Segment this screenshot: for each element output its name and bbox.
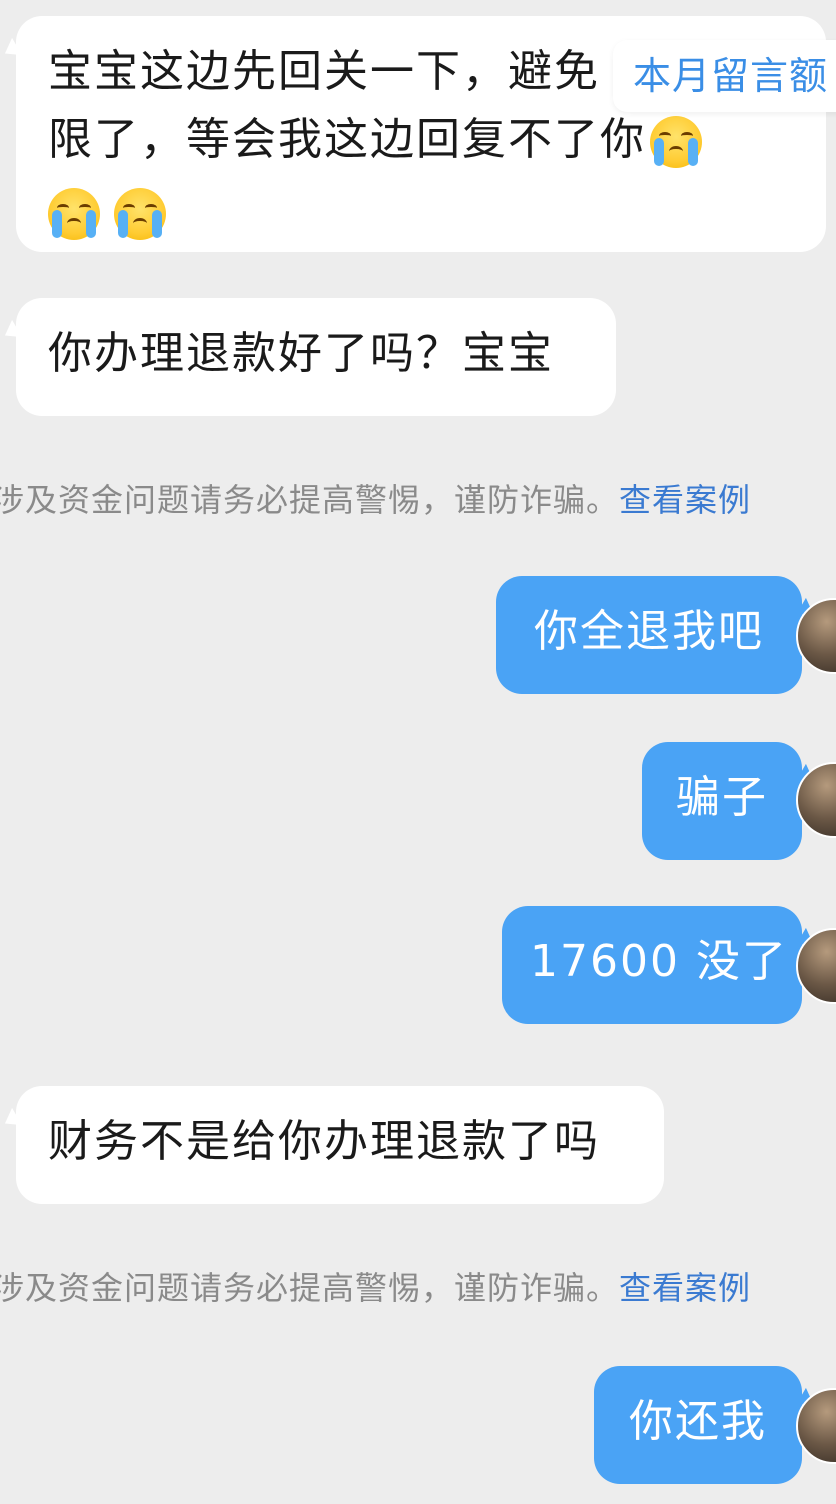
outgoing-message[interactable]: 17600 没了 [502,906,802,1024]
message-text: 17600 没了 [530,936,788,987]
message-text: 财务不是给你办理退款了吗 [48,1116,600,1167]
outgoing-message[interactable]: 骗子 [642,742,802,860]
outgoing-message[interactable]: 你还我 [594,1366,802,1484]
message-text-line-wrapper: 限了，等会我这边回复不了你 [48,106,794,174]
chat-thread: 宝宝这边先回关一下，避免 限了，等会我这边回复不了你 本月留言额 你办理退款好了… [0,0,836,1504]
message-text: 你办理退款好了吗？宝宝 [48,328,554,379]
crying-face-icon [48,188,100,240]
outgoing-message[interactable]: 你全退我吧 [496,576,802,694]
monthly-message-quota-pill[interactable]: 本月留言额 [612,40,836,112]
incoming-message[interactable]: 财务不是给你办理退款了吗 [16,1086,664,1204]
message-text-line: 宝宝这边先回关一下，避免 [48,46,600,97]
crying-face-icon [650,116,702,168]
message-text: 你还我 [629,1396,767,1447]
message-text: 骗子 [676,772,768,823]
crying-face-icon [114,188,166,240]
view-cases-link[interactable]: 查看案例 [619,1269,751,1307]
fraud-warning-notice: 涉及资金问题请务必提高警惕，谨防诈骗。查看案例 [0,1266,751,1310]
notice-text: 涉及资金问题请务必提高警惕，谨防诈骗。 [0,481,620,519]
emoji-row [48,178,794,246]
notice-text: 涉及资金问题请务必提高警惕，谨防诈骗。 [0,1269,620,1307]
message-text: 你全退我吧 [534,606,764,657]
fraud-warning-notice: 涉及资金问题请务必提高警惕，谨防诈骗。查看案例 [0,478,751,522]
view-cases-link[interactable]: 查看案例 [619,481,751,519]
message-text-line: 限了，等会我这边回复不了你 [48,114,646,165]
incoming-message[interactable]: 你办理退款好了吗？宝宝 [16,298,616,416]
